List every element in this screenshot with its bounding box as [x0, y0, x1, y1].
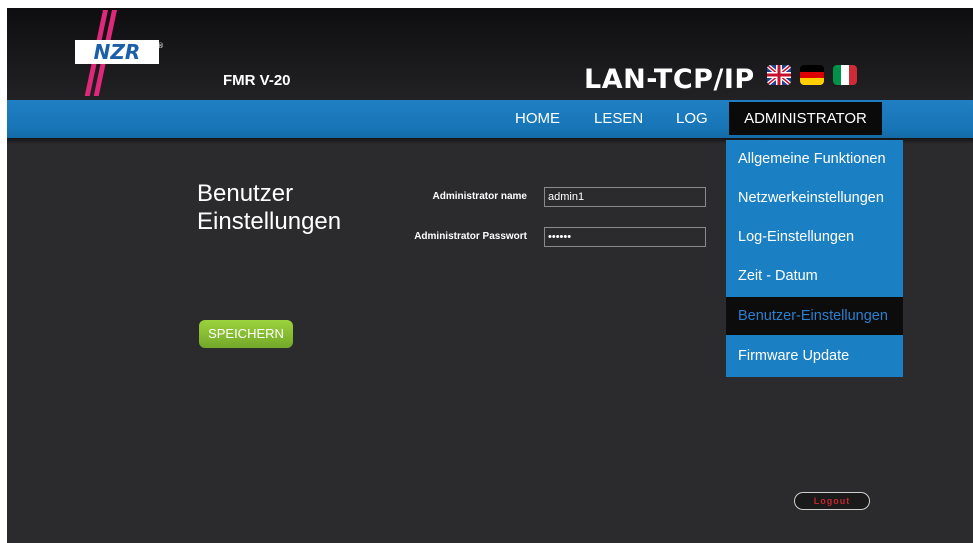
page-title-line-1: Benutzer [197, 180, 294, 207]
administrator-dropdown-menu: Allgemeine Funktionen Netzwerkeinstellun… [726, 140, 903, 377]
save-button[interactable]: SPEICHERN [199, 320, 293, 348]
administrator-name-label: Administrator name [432, 191, 527, 202]
menu-item-zeit-datum[interactable]: Zeit - Datum [726, 257, 903, 295]
page-title: Benutzer Einstellungen [197, 180, 341, 236]
device-name: FMR V-20 [223, 72, 291, 89]
page-title-line-2: Einstellungen [197, 208, 342, 235]
header: NZR ® FMR V-20 LAN-TCP/IP [7, 8, 973, 100]
nav-log[interactable]: LOG [676, 110, 708, 127]
menu-item-netzwerkeinstellungen[interactable]: Netzwerkeinstellungen [726, 179, 903, 217]
nav-lesen[interactable]: LESEN [594, 110, 643, 127]
menu-item-firmware-update[interactable]: Firmware Update [726, 337, 903, 375]
nzr-logo[interactable]: NZR ® [67, 10, 167, 96]
administrator-password-label: Administrator Passwort [414, 231, 527, 242]
administrator-password-input[interactable]: •••••• [544, 227, 706, 247]
administrator-name-input[interactable]: admin1 [544, 187, 706, 207]
product-title: LAN-TCP/IP [584, 64, 755, 95]
german-flag-icon[interactable] [800, 65, 824, 85]
nav-administrator[interactable]: ADMINISTRATOR [729, 102, 882, 135]
logout-button[interactable]: Logout [794, 492, 870, 510]
nav-home[interactable]: HOME [515, 110, 560, 127]
italian-flag-icon[interactable] [833, 65, 857, 85]
menu-item-allgemeine-funktionen[interactable]: Allgemeine Funktionen [726, 140, 903, 178]
svg-text:®: ® [157, 42, 164, 50]
menu-item-benutzer-einstellungen[interactable]: Benutzer-Einstellungen [726, 297, 903, 335]
menu-item-log-einstellungen[interactable]: Log-Einstellungen [726, 218, 903, 256]
english-flag-icon[interactable] [767, 65, 791, 85]
app-window: NZR ® FMR V-20 LAN-TCP/IP HOME LESEN LOG [7, 8, 973, 543]
svg-text:NZR: NZR [94, 40, 141, 64]
